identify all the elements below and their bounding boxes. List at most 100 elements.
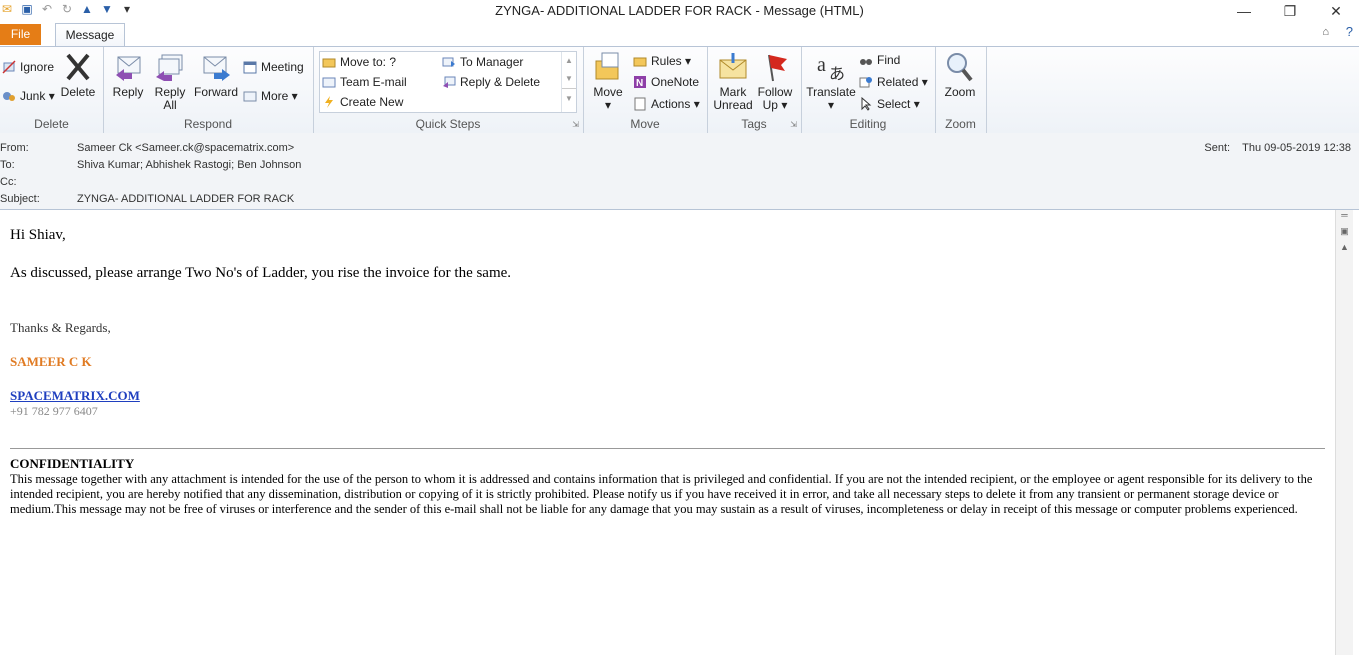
- scroll-up-icon[interactable]: ▲: [562, 52, 576, 70]
- translate-label: Translate: [806, 85, 856, 99]
- confidentiality-text: This message together with any attachmen…: [10, 472, 1313, 516]
- svg-text:N: N: [636, 78, 643, 89]
- cursor-icon: [859, 96, 873, 111]
- body-line: As discussed, please arrange Two No's of…: [10, 265, 512, 281]
- ignore-label: Ignore: [20, 60, 55, 74]
- move-to-label: Move to: ?: [340, 55, 397, 69]
- ignore-icon: [2, 60, 16, 74]
- team-email-icon: [322, 75, 336, 89]
- sent-value: Thu 09-05-2019 12:38: [1242, 142, 1351, 154]
- editing-group-label: Editing: [849, 117, 887, 131]
- regards: Thanks & Regards,: [10, 320, 111, 335]
- scroll-top-icon[interactable]: ▣: [1336, 226, 1353, 242]
- from-value[interactable]: Sameer Ck <Sameer.ck@spacematrix.com>: [77, 142, 294, 154]
- related-button[interactable]: Related ▾: [859, 74, 928, 90]
- mark-unread-button[interactable]: Mark Unread: [711, 51, 755, 112]
- reply-all-button[interactable]: Reply All: [151, 51, 189, 112]
- reply-delete-label: Reply & Delete: [460, 75, 541, 89]
- reply-delete-icon: [442, 75, 456, 89]
- select-button[interactable]: Select ▾: [859, 96, 920, 112]
- junk-icon: [2, 89, 16, 103]
- respond-group: Reply Reply All Forward Meeting More ▾ R…: [103, 47, 314, 133]
- message-body: Hi Shiav, As discussed, please arrange T…: [0, 210, 1335, 655]
- more-button[interactable]: More ▾: [243, 88, 298, 104]
- ignore-button[interactable]: Ignore: [2, 59, 54, 75]
- onenote-label: OneNote: [651, 75, 700, 89]
- rules-label: Rules: [651, 54, 682, 68]
- svg-text:a: a: [817, 54, 826, 76]
- to-value[interactable]: Shiva Kumar; Abhishek Rastogi; Ben Johns…: [77, 159, 301, 171]
- find-button[interactable]: Find: [859, 52, 900, 68]
- minimize-button[interactable]: —: [1221, 0, 1267, 22]
- svg-text:あ: あ: [829, 64, 845, 83]
- expand-gallery-icon[interactable]: ▼: [562, 88, 576, 109]
- mark-label-1: Mark: [719, 85, 747, 99]
- company-link[interactable]: SPACEMATRIX.COM: [10, 388, 140, 404]
- scroll-split-icon[interactable]: ═: [1336, 210, 1353, 226]
- sent-info: Sent: Thu 09-05-2019 12:38: [1204, 142, 1351, 154]
- quickstep-move-to[interactable]: Move to: ?: [322, 54, 396, 70]
- tags-group-label: Tags: [741, 117, 767, 131]
- onenote-button[interactable]: N OneNote: [633, 74, 699, 90]
- tags-group: Mark Unread Follow Up ▾ ⇲ Tags: [707, 47, 802, 133]
- phone-number: +91 782 977 6407: [10, 404, 98, 418]
- select-label: Select: [877, 97, 911, 111]
- collapse-ribbon-icon[interactable]: ⌂: [1322, 26, 1329, 38]
- tab-message[interactable]: Message: [55, 23, 125, 46]
- sent-label: Sent:: [1204, 142, 1231, 154]
- title-bar: ✉ ▣ ↶ ↻ ▲ ▼ ▾ ZYNGA- ADDITIONAL LADDER F…: [0, 0, 1359, 22]
- confidentiality-title: CONFIDENTIALITY: [10, 456, 135, 471]
- subject-value: ZYNGA- ADDITIONAL LADDER FOR RACK: [77, 193, 295, 205]
- rules-icon: [633, 54, 647, 68]
- quick-steps-scroll[interactable]: ▲ ▼ ▼: [561, 52, 576, 112]
- reply-all-label-2: All: [163, 98, 177, 112]
- to-label: To:: [0, 159, 15, 171]
- move-button[interactable]: Move ▾: [589, 51, 627, 112]
- follow-label-1: Follow: [757, 85, 793, 99]
- reply-label: Reply: [112, 85, 144, 99]
- zoom-group-label: Zoom: [945, 117, 976, 131]
- divider: [10, 448, 1325, 449]
- actions-button[interactable]: Actions ▾: [633, 96, 700, 112]
- more-label: More: [261, 89, 289, 103]
- ribbon-tabs: File Message ⌂ ?: [0, 22, 1359, 46]
- help-icon[interactable]: ?: [1346, 24, 1353, 39]
- quickstep-to-manager[interactable]: To Manager: [442, 54, 523, 70]
- magnifier-icon: [944, 51, 976, 83]
- lightning-icon: [322, 95, 336, 109]
- quickstep-reply-delete[interactable]: Reply & Delete: [442, 74, 540, 90]
- reply-button[interactable]: Reply: [109, 51, 147, 99]
- body-scrollbar[interactable]: ═ ▣ ▲: [1335, 210, 1353, 655]
- zoom-button[interactable]: Zoom: [939, 51, 981, 99]
- editing-group: aあ Translate ▾ Find Related ▾ Select ▾ Ed…: [801, 47, 936, 133]
- close-button[interactable]: ✕: [1313, 0, 1359, 22]
- quickstep-team-email[interactable]: Team E-mail: [322, 74, 407, 90]
- quick-steps-group-label: Quick Steps: [415, 117, 481, 131]
- to-manager-label: To Manager: [460, 55, 524, 69]
- restore-button[interactable]: ❐: [1267, 0, 1313, 22]
- tab-file[interactable]: File: [0, 24, 41, 45]
- from-label: From:: [0, 142, 29, 154]
- calendar-icon: [243, 60, 257, 74]
- quickstep-create-new[interactable]: Create New: [322, 94, 403, 110]
- to-manager-icon: [442, 55, 456, 69]
- move-group-label: Move: [630, 117, 660, 131]
- scroll-up-arrow-icon[interactable]: ▲: [1336, 242, 1353, 258]
- message-header: From: Sameer Ck <Sameer.ck@spacematrix.c…: [0, 133, 1359, 210]
- meeting-button[interactable]: Meeting: [243, 59, 304, 75]
- mark-label-2: Unread: [713, 98, 753, 112]
- follow-up-button[interactable]: Follow Up ▾: [755, 51, 795, 112]
- forward-button[interactable]: Forward: [193, 51, 239, 99]
- translate-button[interactable]: aあ Translate ▾: [805, 51, 857, 112]
- delete-label: Delete: [60, 85, 96, 99]
- delete-button[interactable]: Delete: [58, 51, 98, 99]
- greeting: Hi Shiav,: [10, 227, 66, 243]
- junk-button[interactable]: Junk ▾: [2, 88, 55, 104]
- move-folder-icon: [592, 51, 624, 83]
- delete-group-label: Delete: [34, 117, 69, 131]
- window-controls: — ❐ ✕: [1221, 0, 1359, 22]
- scroll-down-icon[interactable]: ▼: [562, 70, 576, 88]
- rules-button[interactable]: Rules ▾: [633, 53, 691, 69]
- more-icon: [243, 89, 257, 103]
- meeting-label: Meeting: [261, 60, 304, 74]
